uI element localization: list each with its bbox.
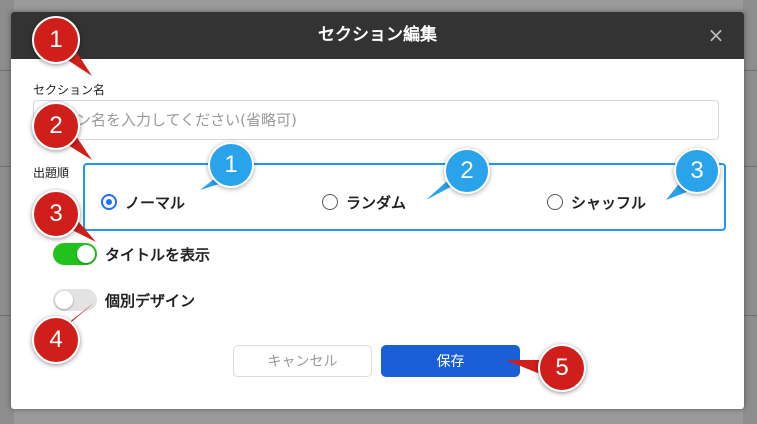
- callout-badge: 2: [32, 102, 80, 150]
- callout-pointer: [506, 360, 540, 374]
- callout-badge: 3: [32, 190, 80, 238]
- callout-badge: 2: [444, 148, 490, 194]
- callout-badge: 4: [32, 316, 80, 364]
- callout-badge: 1: [32, 16, 80, 64]
- callout-badge: 3: [674, 148, 720, 194]
- callout-badge: 1: [208, 142, 254, 188]
- callout-badge: 5: [538, 344, 586, 392]
- callout-pointers: [60, 48, 692, 374]
